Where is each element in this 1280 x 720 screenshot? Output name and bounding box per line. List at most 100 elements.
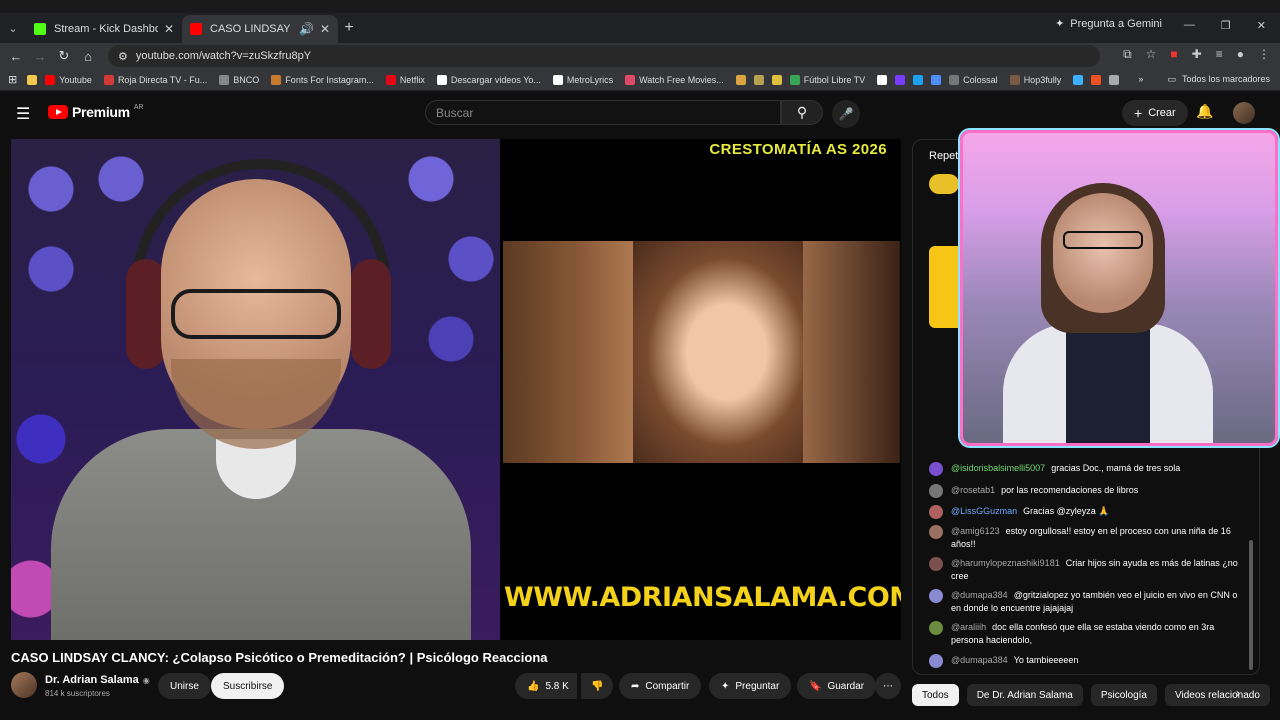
bookmark-item[interactable]: Fútbol Libre TV (789, 74, 865, 85)
bookmark-favicon-icon (949, 74, 960, 85)
install-icon[interactable]: ⧉ (1123, 47, 1132, 62)
more-actions-button[interactable]: ⋯ (875, 673, 901, 699)
search-button[interactable]: ⚲ (781, 100, 823, 125)
site-info-icon[interactable]: ⚙ (118, 50, 128, 63)
chat-avatar[interactable] (929, 484, 943, 498)
extensions-icon[interactable]: ✚ (1192, 47, 1202, 62)
bookmark-item[interactable] (735, 74, 746, 85)
hamburger-menu-icon[interactable]: ☰ (16, 104, 30, 124)
bookmark-item[interactable]: Descargar videos Yo... (436, 74, 541, 85)
bookmark-item[interactable]: Hop3fully (1009, 74, 1061, 85)
tab-kick[interactable]: Stream - Kick Dashboard ✕ (26, 15, 182, 43)
bookmark-label: Youtube (59, 74, 92, 85)
profile-icon[interactable]: ● (1237, 47, 1244, 62)
chat-avatar[interactable] (929, 654, 943, 668)
chat-author[interactable]: @dumapa384 (951, 655, 1008, 665)
chevron-right-icon[interactable]: › (1236, 686, 1240, 700)
minimize-button[interactable]: — (1184, 19, 1195, 32)
chat-author[interactable]: @rosetab1 (951, 485, 995, 495)
close-icon[interactable]: ✕ (164, 22, 174, 36)
bookmark-item[interactable]: MetroLyrics (552, 74, 613, 85)
chat-scrollbar[interactable] (1249, 540, 1253, 670)
video-player[interactable]: CRESTOMATÍA AS 2026 WWW.ADRIANSALAMA.COM (11, 139, 901, 640)
chat-author[interactable]: @LissGGuzman (951, 506, 1017, 516)
url-field[interactable]: ⚙ youtube.com/watch?v=zuSkzfru8pY (108, 45, 1100, 67)
chat-header[interactable]: Repeti (929, 150, 961, 162)
share-button[interactable]: ➦ Compartir (619, 673, 702, 699)
chat-avatar[interactable] (929, 621, 943, 635)
bookmark-item[interactable] (895, 74, 906, 85)
chip-channel[interactable]: De Dr. Adrian Salama (966, 684, 1083, 706)
chat-message-body: @rosetab1 por las recomendaciones de libr… (951, 484, 1138, 498)
chat-author[interactable]: @harumylopeznashiki9181 (951, 558, 1060, 568)
save-button[interactable]: 🔖 Guardar (797, 673, 877, 699)
gemini-button[interactable]: ✦ Pregunta a Gemini (1055, 17, 1162, 31)
chat-author[interactable]: @dumapa384 (951, 590, 1008, 600)
maximize-button[interactable]: ❐ (1221, 19, 1231, 32)
forward-button[interactable]: → (28, 49, 52, 64)
chip-all[interactable]: Todos (912, 684, 959, 706)
search-icon: ⚲ (796, 104, 808, 120)
chip-related[interactable]: Videos relacionado (1165, 684, 1270, 706)
channel-name[interactable]: Dr. Adrian Salama ◉ (45, 674, 150, 686)
home-button[interactable]: ⌂ (76, 49, 100, 64)
chat-avatar[interactable] (929, 557, 943, 571)
voice-search-button[interactable]: 🎤 (832, 100, 860, 128)
speaker-icon[interactable]: 🔊 (299, 22, 314, 36)
media-icon[interactable]: ≡ (1216, 47, 1223, 62)
super-chat-ticker[interactable] (929, 174, 959, 194)
plus-icon: + (1134, 105, 1143, 121)
ask-button[interactable]: ✦ Preguntar (709, 673, 792, 699)
bookmark-item[interactable] (931, 74, 942, 85)
close-icon[interactable]: ✕ (320, 22, 330, 36)
dislike-button[interactable]: 👎 (581, 673, 614, 699)
tab-search-button[interactable]: ⌄ (0, 15, 26, 41)
bookmark-item[interactable] (1073, 74, 1084, 85)
bookmark-item[interactable] (1091, 74, 1102, 85)
bookmark-item[interactable] (877, 74, 888, 85)
tab-youtube[interactable]: CASO LINDSAY CLANCY: ¿C 🔊 ✕ (182, 15, 338, 43)
reload-button[interactable]: ↻ (52, 48, 76, 64)
bookmark-item[interactable]: BNCO (219, 74, 259, 85)
back-button[interactable]: ← (4, 49, 28, 64)
chat-avatar[interactable] (929, 525, 943, 539)
channel-avatar[interactable] (11, 672, 37, 698)
star-icon[interactable]: ☆ (1146, 47, 1157, 62)
join-button[interactable]: Unirse (158, 673, 211, 699)
window-close-button[interactable]: ✕ (1257, 19, 1266, 32)
youtube-logo[interactable]: Premium AR (48, 104, 144, 120)
all-bookmarks[interactable]: » ▭ Todos los marcadores (1138, 74, 1270, 85)
search-input[interactable]: Buscar (425, 100, 781, 125)
chat-avatar[interactable] (929, 589, 943, 603)
chat-text: por las recomendaciones de libros (1001, 485, 1139, 495)
account-avatar[interactable] (1233, 102, 1255, 124)
bookmark-item[interactable]: Watch Free Movies... (625, 74, 724, 85)
chat-author[interactable]: @isidorisbalsimelli5007 (951, 463, 1045, 473)
chat-message-body: @dumapa384 @gritzialopez yo también veo e… (951, 589, 1249, 615)
bookmark-item[interactable]: Youtube (45, 74, 92, 85)
bookmark-item[interactable] (913, 74, 924, 85)
menu-icon[interactable]: ⋮ (1258, 47, 1270, 62)
bookmark-item[interactable]: Colossal (949, 74, 998, 85)
bookmark-item[interactable] (1109, 74, 1120, 85)
extension-red-icon[interactable]: ■ (1170, 47, 1177, 62)
like-button[interactable]: 👍 5.8 K (515, 673, 577, 699)
bookmark-item[interactable]: Fonts For Instagram... (271, 74, 374, 85)
new-tab-button[interactable]: + (338, 17, 360, 39)
bookmark-item[interactable] (771, 74, 782, 85)
chip-psychology[interactable]: Psicología (1090, 684, 1157, 706)
bookmark-item[interactable]: Roja Directa TV - Fu... (103, 74, 207, 85)
notifications-bell-icon[interactable]: 🔔 (1196, 103, 1213, 120)
bookmark-item[interactable] (753, 74, 764, 85)
create-button[interactable]: + Crear (1122, 100, 1188, 126)
chat-author[interactable]: @amig6123 (951, 526, 1000, 536)
subscribe-button[interactable]: Suscribirse (211, 673, 285, 699)
bookmark-item[interactable] (27, 74, 38, 85)
chat-avatar[interactable] (929, 462, 943, 476)
chat-author[interactable]: @araliiih (951, 622, 986, 632)
chat-avatar[interactable] (929, 505, 943, 519)
subscriber-count: 814 k suscriptores (45, 689, 110, 698)
bookmark-item[interactable]: Netflix (385, 74, 425, 85)
chat-message: @dumapa384 Yo tambieeeeen (929, 654, 1249, 668)
apps-icon[interactable]: ⊞ (8, 73, 17, 86)
